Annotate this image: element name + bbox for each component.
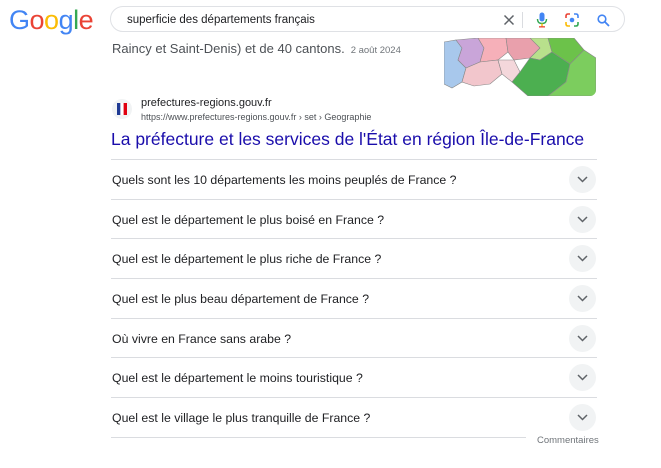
question-text: Quel est le département le plus riche de… [112,252,382,267]
chevron-down-icon [577,255,588,262]
logo-letter: G [9,5,30,35]
logo-letter: e [78,5,94,35]
snippet-date: 2 août 2024 [350,45,401,56]
question-text: Quel est le plus beau département de Fra… [112,292,370,307]
lens-search-button[interactable] [562,10,582,30]
clear-icon [503,14,515,26]
search-icon [596,13,610,27]
question-item[interactable]: Quels sont les 10 départements les moins… [111,159,597,199]
logo-letter: o [44,5,59,35]
logo-letter: o [29,5,45,35]
voice-search-button[interactable] [532,10,552,30]
map-thumbnail[interactable] [444,38,596,96]
question-item[interactable]: Quel est le plus beau département de Fra… [111,278,597,318]
chevron-down-icon [577,176,588,183]
question-item[interactable]: Quel est le département le plus riche de… [111,238,597,278]
chevron-down-icon [577,414,588,421]
search-box [110,6,625,32]
question-text: Quel est le village le plus tranquille d… [112,411,371,426]
question-text: Quels sont les 10 départements les moins… [112,173,457,187]
question-item[interactable]: Où vivre en France sans arabe ? [111,317,597,358]
comments-link[interactable]: Commentaires [537,435,599,447]
expand-button[interactable] [569,404,596,432]
faq-divider [111,437,526,438]
expand-button[interactable] [569,245,596,273]
expand-button[interactable] [569,285,596,313]
question-item[interactable]: Quel est le département le moins tourist… [111,357,597,397]
site-url[interactable]: https://www.prefectures-regions.gouv.fr … [141,112,371,123]
google-logo[interactable]: Google [9,4,94,36]
chevron-down-icon [577,216,588,223]
french-flag-icon [117,103,127,115]
chevron-down-icon [577,295,588,302]
expand-button[interactable] [569,166,596,193]
search-divider [522,12,523,28]
expand-button[interactable] [569,324,596,352]
logo-letter: g [58,5,74,35]
search-button[interactable] [593,10,613,30]
clear-button[interactable] [499,10,519,30]
question-text: Quel est le département le moins tourist… [112,371,363,386]
result-title-link[interactable]: La préfecture et les services de l'État … [111,128,584,150]
question-item[interactable]: Quel est le département le plus boisé en… [111,198,597,239]
site-name[interactable]: prefectures-regions.gouv.fr [141,97,272,110]
expand-button[interactable] [569,205,596,233]
question-text: Quel est le département le plus boisé en… [112,212,385,227]
chevron-down-icon [577,335,588,342]
expand-button[interactable] [569,364,596,392]
microphone-icon [536,12,548,28]
search-input[interactable] [127,11,487,29]
site-favicon[interactable] [112,99,132,119]
related-questions: Quels sont les 10 départements les moins… [111,159,597,437]
header: Google [0,0,661,40]
map-image [444,38,596,96]
question-item[interactable]: Quel est le village le plus tranquille d… [111,397,597,437]
result-snippet: Raincy et Saint-Denis) et de 40 cantons.… [112,41,401,59]
snippet-text: Raincy et Saint-Denis) et de 40 cantons. [112,41,345,56]
question-text: Où vivre en France sans arabe ? [112,331,292,346]
lens-icon [565,13,579,27]
chevron-down-icon [577,374,588,381]
